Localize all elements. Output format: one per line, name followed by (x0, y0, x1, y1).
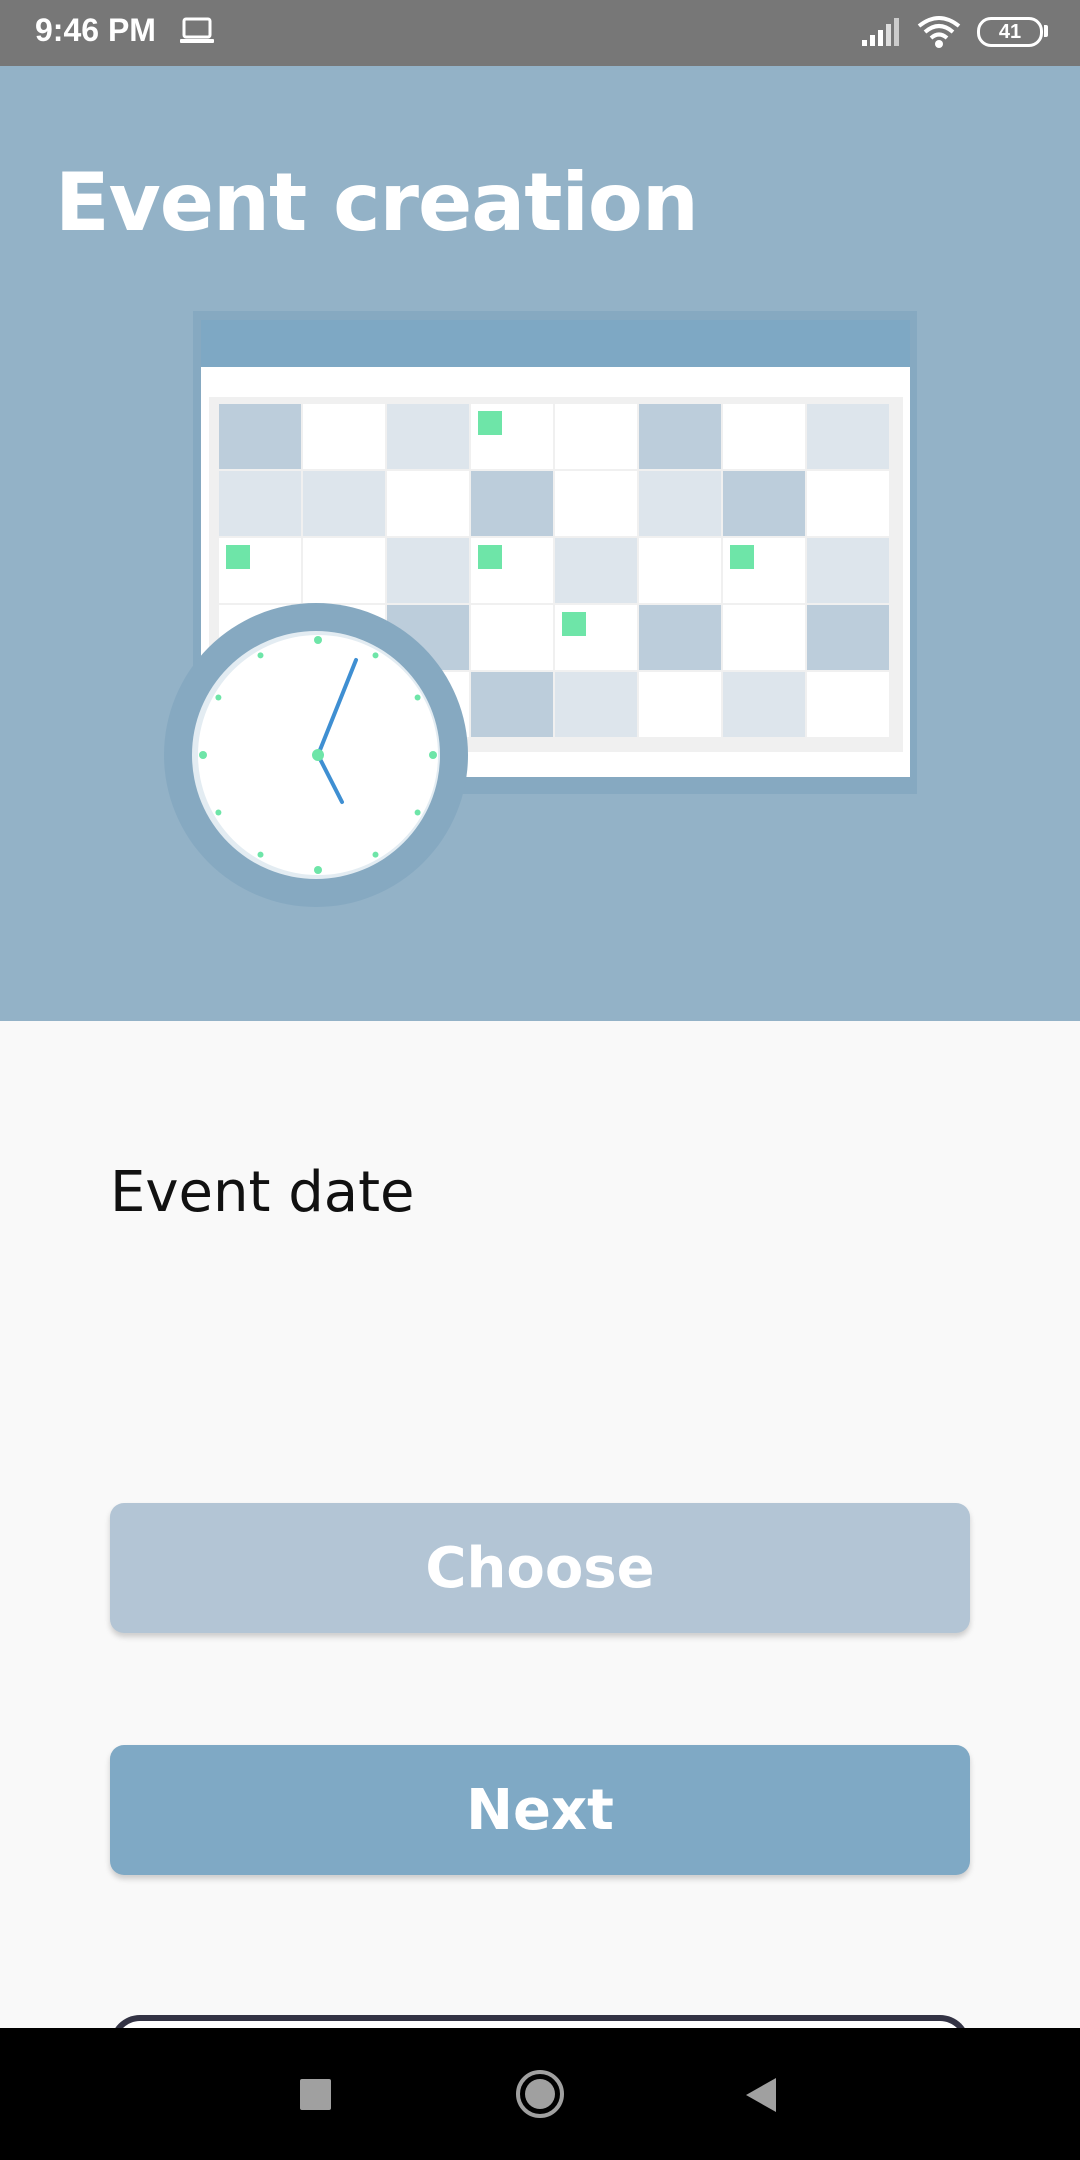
calendar-event-marker (478, 545, 502, 569)
clock-tick (257, 652, 264, 659)
calendar-cell (303, 471, 385, 536)
clock-tick (314, 866, 322, 874)
calendar-cell (723, 672, 805, 737)
calendar-cell (807, 404, 889, 469)
choose-date-button[interactable]: Choose (110, 1503, 970, 1633)
battery-icon: 41 (977, 17, 1043, 47)
calendar-cell (303, 538, 385, 603)
calendar-cell (639, 672, 721, 737)
clock-tick (429, 751, 437, 759)
clock-tick (372, 652, 379, 659)
clock-tick (414, 809, 421, 816)
clock-tick (215, 694, 222, 701)
calendar-cell (219, 404, 301, 469)
calendar-cell (471, 605, 553, 670)
calendar-cell (387, 471, 469, 536)
wifi-icon (916, 14, 962, 54)
event-date-label: Event date (110, 1160, 415, 1225)
status-time: 9:46 PM (35, 12, 156, 48)
status-bar: 9:46 PM 41 (0, 0, 1080, 66)
battery-tip (1044, 25, 1048, 37)
clock-tick (199, 751, 207, 759)
clock-tick (414, 694, 421, 701)
recents-icon[interactable] (300, 2079, 331, 2110)
home-icon[interactable] (516, 2070, 564, 2118)
calendar-cell (639, 605, 721, 670)
clock-tick (372, 851, 379, 858)
calendar-cell (723, 404, 805, 469)
calendar-cell (303, 404, 385, 469)
navigation-bar (0, 2028, 1080, 2160)
calendar-cell (555, 404, 637, 469)
next-button[interactable]: Next (110, 1745, 970, 1875)
battery-level: 41 (998, 20, 1022, 43)
calendar-cell (639, 471, 721, 536)
clock-tick (314, 636, 322, 644)
calendar-event-marker (562, 612, 586, 636)
calendar-cell (387, 538, 469, 603)
back-icon[interactable] (744, 2076, 778, 2118)
calendar-cell (471, 471, 553, 536)
laptop-icon (180, 17, 214, 49)
calendar-cell (807, 672, 889, 737)
calendar-cell (555, 672, 637, 737)
calendar-cell (723, 471, 805, 536)
hero-banner: Event creation (0, 66, 1080, 1021)
clock-tick (215, 809, 222, 816)
calendar-cell (639, 404, 721, 469)
home-icon-inner (525, 2079, 555, 2109)
calendar-event-marker (730, 545, 754, 569)
calendar-cell (387, 404, 469, 469)
calendar-cell (219, 471, 301, 536)
calendar-clock-illustration (164, 311, 917, 907)
calendar-cell (555, 471, 637, 536)
calendar-cell (807, 605, 889, 670)
signal-icon (860, 16, 904, 52)
calendar-cell (471, 672, 553, 737)
calendar-cell (807, 471, 889, 536)
clock-icon (164, 603, 468, 907)
calendar-cell (807, 538, 889, 603)
calendar-cell (723, 605, 805, 670)
calendar-cell (555, 538, 637, 603)
calendar-cell (639, 538, 721, 603)
calendar-event-marker (226, 545, 250, 569)
calendar-event-marker (478, 411, 502, 435)
clock-tick (257, 851, 264, 858)
